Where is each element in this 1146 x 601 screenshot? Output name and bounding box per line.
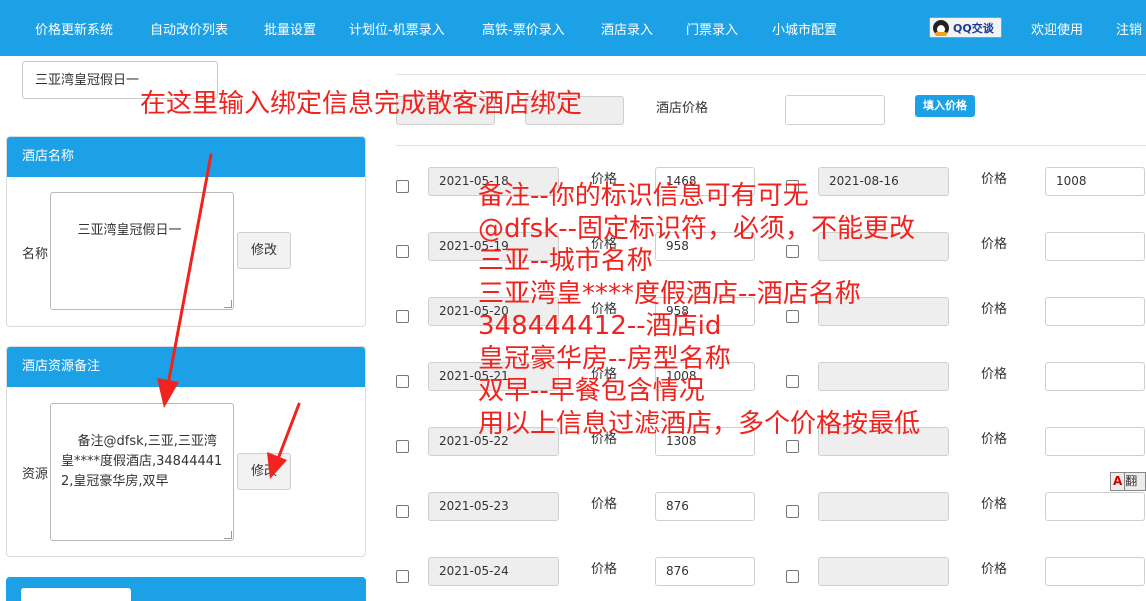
edit-hotel-name-button[interactable]: 修改	[237, 232, 291, 269]
row-price-input[interactable]: 876	[655, 492, 755, 521]
resize-grip-icon[interactable]	[224, 531, 232, 539]
row-checkbox-right[interactable]	[786, 505, 799, 518]
row-checkbox-right[interactable]	[786, 440, 799, 453]
row-price-label-right: 价格	[981, 237, 1008, 252]
row-checkbox[interactable]	[396, 310, 409, 323]
edit-resource-button[interactable]: 修改	[237, 453, 291, 490]
row-price-input-right[interactable]	[1045, 427, 1145, 456]
hotel-name-textarea[interactable]: 三亚湾皇冠假日一	[50, 192, 234, 310]
qq-chat-label: QQ交谈	[953, 21, 994, 35]
row-date-right	[818, 557, 949, 586]
row-checkbox[interactable]	[396, 245, 409, 258]
annotation-title: 在这里输入绑定信息完成散客酒店绑定	[140, 89, 583, 119]
translate-tool-button[interactable]: A翻	[1110, 472, 1146, 491]
annotation-line: 348444412--酒店id	[478, 311, 722, 341]
hotel-price-input[interactable]	[785, 95, 885, 125]
translate-a-icon: A	[1111, 473, 1126, 490]
row-date: 2021-05-24	[428, 557, 559, 586]
row-checkbox[interactable]	[396, 440, 409, 453]
row-checkbox[interactable]	[396, 570, 409, 583]
annotation-line: 皇冠豪华房--房型名称	[478, 343, 731, 374]
divider	[396, 145, 1146, 146]
row-price-input-right[interactable]	[1045, 297, 1145, 326]
row-date: 2021-05-23	[428, 492, 559, 521]
annotation-line: 三亚--城市名称	[478, 246, 653, 276]
row-price-input[interactable]: 876	[655, 557, 755, 586]
row-price-input-right[interactable]: 1008	[1045, 167, 1145, 196]
resource-label: 资源	[22, 467, 49, 482]
annotation-line: 双早--早餐包含情况	[478, 376, 705, 406]
nav-item-flight-entry[interactable]: 计划位-机票录入	[349, 19, 445, 38]
nav-item-small-city-config[interactable]: 小城市配置	[772, 19, 837, 38]
row-price-input-right[interactable]	[1045, 362, 1145, 391]
divider	[396, 74, 1146, 75]
annotation-line: 备注--你的标识信息可有可无	[478, 181, 809, 211]
hotel-name-label: 名称	[22, 247, 49, 262]
row-price-input-right[interactable]	[1045, 492, 1145, 521]
translate-label: 翻	[1125, 474, 1138, 488]
logout-link[interactable]: 注销	[1116, 19, 1142, 38]
row-price-label-right: 价格	[981, 497, 1008, 512]
nav-item-batch-settings[interactable]: 批量设置	[264, 19, 316, 38]
next-panel-header	[6, 577, 366, 601]
row-price-label-right: 价格	[981, 302, 1008, 317]
annotation-notes: 备注--你的标识信息可有可无 @dfsk--固定标识符，必须，不能更改 三亚--…	[478, 180, 920, 440]
resize-grip-icon[interactable]	[224, 300, 232, 308]
nav-item-auto-price-list[interactable]: 自动改价列表	[150, 19, 228, 38]
hotel-name-panel: 酒店名称 名称 三亚湾皇冠假日一 修改	[6, 136, 366, 327]
top-nav-bar: 价格更新系统 自动改价列表 批量设置 计划位-机票录入 高铁-票价录入 酒店录入…	[0, 0, 1146, 56]
nav-item-ticket-entry[interactable]: 门票录入	[686, 19, 738, 38]
row-price-label-right: 价格	[981, 562, 1008, 577]
row-checkbox[interactable]	[396, 505, 409, 518]
annotation-line: @dfsk--固定标识符，必须，不能更改	[478, 213, 916, 244]
resource-remark-value: 备注@dfsk,三亚,三亚湾皇****度假酒店,348444412,皇冠豪华房,…	[61, 434, 223, 489]
row-price-label-right: 价格	[981, 432, 1008, 447]
hotel-price-label: 酒店价格	[656, 101, 709, 116]
nav-item-hotel-entry[interactable]: 酒店录入	[601, 19, 653, 38]
row-checkbox-right[interactable]	[786, 570, 799, 583]
row-price-label-right: 价格	[981, 172, 1008, 187]
row-checkbox[interactable]	[396, 180, 409, 193]
hotel-name-panel-title: 酒店名称	[7, 137, 365, 177]
row-price-label: 价格	[591, 497, 618, 512]
row-price-label-right: 价格	[981, 367, 1008, 382]
resource-remark-textarea[interactable]: 备注@dfsk,三亚,三亚湾皇****度假酒店,348444412,皇冠豪华房,…	[50, 403, 234, 541]
hotel-resource-panel: 酒店资源备注 资源 备注@dfsk,三亚,三亚湾皇****度假酒店,348444…	[6, 346, 366, 557]
row-date-right	[818, 492, 949, 521]
fill-price-button[interactable]: 填入价格	[915, 95, 975, 117]
qq-penguin-icon	[933, 19, 949, 36]
annotation-line: 三亚湾皇****度假酒店--酒店名称	[478, 278, 861, 309]
annotation-line: 用以上信息过滤酒店，多个价格按最低	[478, 408, 921, 439]
welcome-text: 欢迎使用	[1031, 23, 1084, 38]
nav-item-rail-entry[interactable]: 高铁-票价录入	[482, 19, 565, 38]
next-panel-chip	[21, 588, 131, 601]
row-price-input-right[interactable]	[1045, 232, 1145, 261]
nav-item-price-update[interactable]: 价格更新系统	[35, 19, 113, 38]
row-checkbox[interactable]	[396, 375, 409, 388]
qq-chat-button[interactable]: QQ交谈	[929, 17, 1002, 38]
row-price-label: 价格	[591, 562, 618, 577]
hotel-resource-panel-title: 酒店资源备注	[7, 347, 365, 387]
hotel-name-value: 三亚湾皇冠假日一	[77, 223, 182, 238]
row-price-input-right[interactable]	[1045, 557, 1145, 586]
